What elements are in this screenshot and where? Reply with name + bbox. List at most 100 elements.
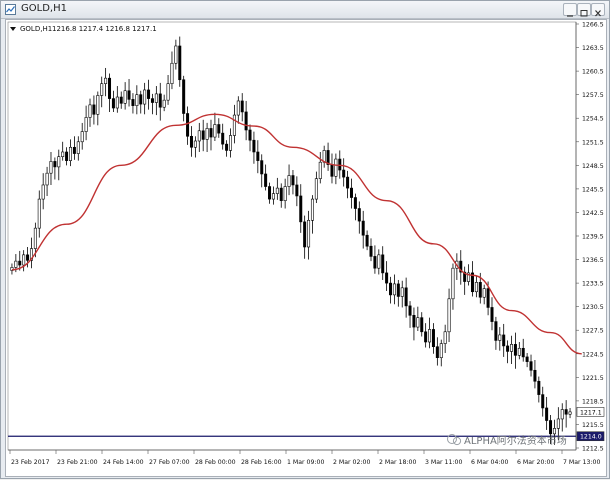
candle-body (447, 298, 451, 333)
candle-body (369, 245, 373, 257)
candle-body (408, 305, 412, 316)
candle-body (299, 195, 303, 223)
candle-body (14, 260, 18, 268)
candle-body (26, 254, 30, 261)
candle-body (568, 411, 572, 415)
candle-body (404, 287, 408, 307)
candle-body (310, 198, 314, 221)
close-button[interactable] (591, 3, 605, 17)
candle-body (33, 227, 37, 249)
candle-body (502, 334, 506, 347)
price-label-text: 1214.0 (580, 434, 602, 441)
y-tick-label: 1212.5 (582, 446, 604, 453)
candle-body (498, 334, 502, 341)
candle-body (373, 256, 377, 269)
candle-body (260, 160, 264, 175)
candle-body (517, 347, 521, 356)
candle-body (127, 90, 131, 100)
candle-body (287, 175, 291, 187)
candle-body (213, 124, 217, 138)
x-tick-label: 23 Feb 2017 (11, 459, 50, 466)
candle-body (349, 187, 353, 198)
candle-body (412, 315, 416, 328)
candle-body (424, 331, 428, 343)
time-axis: 23 Feb 2017 23 Feb 21:00 24 Feb 14:00 27 Fe… (9, 450, 600, 466)
candle-body (150, 98, 154, 103)
candle-body (37, 198, 41, 229)
candle-body (162, 99, 166, 108)
candle-body (474, 282, 478, 293)
price-chart[interactable]: GOLD,H1 1216.8 1217.4 1216.8 1217.1 1266… (6, 20, 606, 476)
y-tick-label: 1266.5 (582, 22, 604, 29)
price-axis: 1266.5 1263.5 1260.5 1257.5 1254.5 1251.5 1248… (576, 22, 604, 453)
candle-body (111, 98, 115, 109)
candle-body (123, 90, 127, 104)
candle-body (100, 83, 104, 96)
candle-body (268, 186, 272, 200)
candle-body (560, 409, 564, 420)
candle-body (365, 234, 369, 247)
x-tick-label: 6 Mar 20:00 (517, 459, 554, 466)
minimize-button[interactable] (563, 3, 577, 17)
y-tick-label: 1239.5 (582, 234, 604, 241)
candle-body (186, 113, 190, 137)
candle-body (53, 161, 57, 168)
candle-body (451, 267, 455, 300)
dropdown-triangle-icon[interactable] (10, 27, 16, 31)
candle-body (80, 131, 84, 143)
x-tick-label: 2 Mar 02:00 (333, 459, 370, 466)
candle-body (115, 96, 119, 109)
candle-body (68, 146, 72, 161)
candle-body (229, 135, 233, 151)
candle-body (392, 283, 396, 296)
candle-body (201, 130, 205, 140)
candle-body (244, 111, 248, 131)
candle-body (41, 184, 45, 200)
candle-body (283, 186, 287, 201)
x-tick-label: 23 Feb 21:00 (57, 459, 98, 466)
candle-body (494, 321, 498, 341)
candle-body (400, 287, 404, 297)
candle-body (166, 83, 170, 101)
x-tick-label: 2 Mar 18:00 (379, 459, 416, 466)
x-tick-label: 28 Feb 00:00 (195, 459, 236, 466)
candle-body (225, 143, 229, 151)
chart-area[interactable]: GOLD,H1 1216.8 1217.4 1216.8 1217.1 1266… (5, 19, 607, 477)
candle-body (248, 129, 252, 141)
candle-body (307, 219, 311, 248)
candle-body (525, 356, 529, 362)
candle-body (279, 187, 283, 201)
candle-body (291, 175, 295, 186)
candle-body (49, 161, 53, 174)
candle-body (510, 344, 514, 352)
candle-body (533, 369, 537, 382)
candle-body (88, 104, 92, 118)
candle-body (506, 345, 510, 352)
candle-body (353, 197, 357, 209)
candle-body (486, 288, 490, 308)
candle-body (45, 172, 49, 186)
y-tick-label: 1218.5 (582, 398, 604, 405)
minimize-icon (567, 15, 573, 17)
candle-body (435, 346, 439, 359)
y-tick-label: 1263.5 (582, 45, 604, 52)
candle-body (314, 178, 318, 200)
candle-body (552, 428, 556, 435)
candle-body (385, 272, 389, 284)
candle-body (303, 221, 307, 248)
maximize-icon (580, 10, 588, 17)
candle-body (65, 151, 69, 161)
candle-body (236, 100, 240, 116)
candle-body (197, 130, 201, 142)
candle-body (389, 282, 393, 296)
candles (10, 36, 572, 445)
candle-body (549, 420, 553, 435)
y-tick-label: 1254.5 (582, 116, 604, 123)
maximize-button[interactable] (577, 3, 591, 17)
x-tick-label: 24 Feb 14:00 (103, 459, 144, 466)
wechat-logo-icon-2 (452, 436, 462, 446)
window-titlebar[interactable]: GOLD,H1 (1, 1, 609, 19)
candle-body (76, 141, 80, 154)
y-tick-label: 1224.5 (582, 351, 604, 358)
candle-body (178, 45, 182, 81)
